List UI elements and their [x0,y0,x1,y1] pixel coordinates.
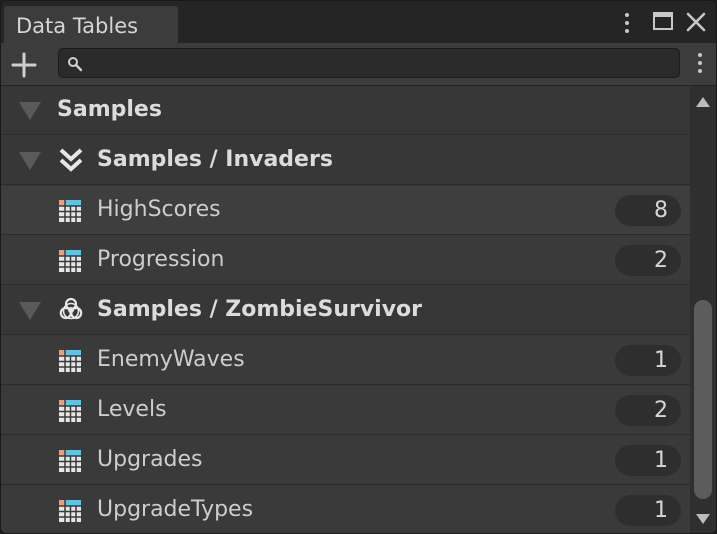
window-menu-kebab-icon[interactable] [622,13,632,33]
table-row-progression[interactable]: Progression 2 [1,236,690,285]
scroll-down-arrow-icon[interactable] [696,514,710,524]
triangle-down-icon[interactable] [19,302,41,320]
table-icon [59,200,81,222]
group-row-invaders[interactable]: Samples / Invaders [1,136,690,185]
search-input[interactable] [89,49,673,79]
table-icon [59,450,81,472]
row-count-badge: 1 [615,345,681,376]
row-count-badge: 1 [615,445,681,476]
table-row-highscores[interactable]: HighScores 8 [1,186,690,235]
search-icon [68,57,83,72]
group-label: Samples / ZombieSurvivor [97,297,423,322]
double-chevron-down-icon [59,148,83,172]
table-icon [59,250,81,272]
table-row-enemywaves[interactable]: EnemyWaves 1 [1,336,690,385]
group-row-samples[interactable]: Samples [1,86,690,135]
row-count-badge: 1 [615,495,681,526]
table-label: HighScores [97,197,221,222]
scroll-up-arrow-icon[interactable] [696,97,710,107]
table-icon [59,500,81,522]
tab-data-tables[interactable]: Data Tables [3,5,179,43]
maximize-icon[interactable] [653,12,673,30]
toolbar [1,43,716,86]
group-label: Samples / Invaders [97,147,333,172]
table-label: Progression [97,247,225,272]
table-row-upgrades[interactable]: Upgrades 1 [1,436,690,485]
row-count-badge: 8 [615,195,681,226]
data-tables-window: Data Tables Samples Samples / Invaders H… [0,0,717,534]
scrollbar-thumb[interactable] [694,300,712,499]
table-label: Levels [97,397,167,422]
table-label: UpgradeTypes [97,497,254,522]
row-count-badge: 2 [615,395,681,426]
close-icon[interactable] [684,10,708,34]
toolbar-menu-kebab-icon[interactable] [695,53,705,73]
vertical-scrollbar[interactable] [690,86,716,533]
tab-title: Data Tables [16,14,139,38]
table-label: Upgrades [97,447,203,472]
tab-bar: Data Tables [1,1,716,43]
table-row-upgradetypes[interactable]: UpgradeTypes 1 [1,486,690,533]
triangle-down-icon[interactable] [19,152,41,170]
group-label: Samples [57,97,162,122]
table-icon [59,400,81,422]
group-row-zombiesurvivor[interactable]: Samples / ZombieSurvivor [1,286,690,335]
table-row-levels[interactable]: Levels 2 [1,386,690,435]
plus-icon[interactable] [10,51,38,79]
search-field[interactable] [58,48,680,79]
table-label: EnemyWaves [97,347,245,372]
table-icon [59,350,81,372]
data-table-tree: Samples Samples / Invaders HighScores 8 [1,86,690,533]
biohazard-icon [59,297,83,320]
triangle-down-icon[interactable] [19,102,41,120]
row-count-badge: 2 [615,245,681,276]
